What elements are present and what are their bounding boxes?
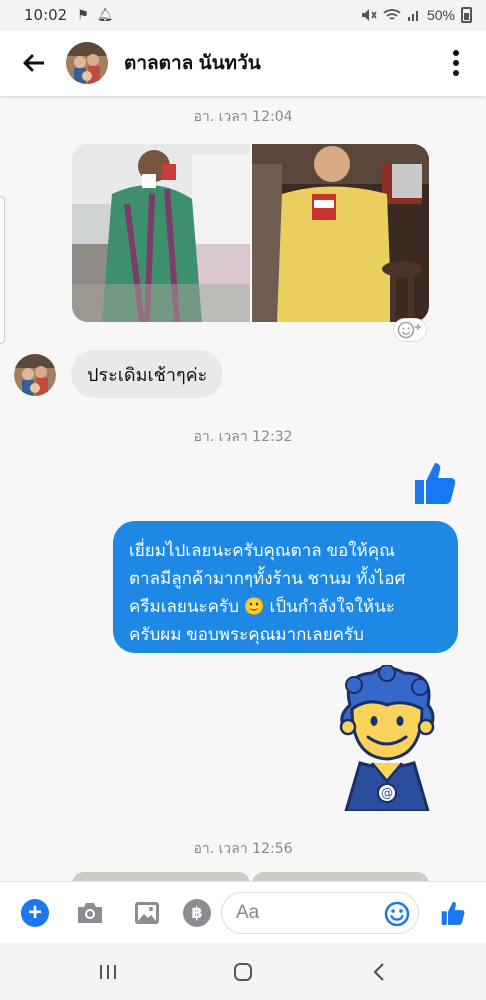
wifi-icon [383, 9, 401, 20]
edge-panel-handle[interactable] [0, 196, 5, 344]
more-options-button[interactable] [426, 30, 486, 96]
incoming-message[interactable]: ประเดิมเช้าๆค่ะ [71, 350, 224, 398]
outgoing-message-line: ครับผม ขอบพระคุณมากเลยครับ [129, 625, 364, 644]
battery-percent: 50% [426, 7, 455, 23]
notification-bell-icon: 🔔︎ [96, 7, 114, 22]
more-vertical-icon [453, 50, 459, 76]
conversation-header: ตาลตาล นันทวัน [0, 30, 486, 96]
photo-attachment-group[interactable] [72, 872, 429, 881]
photo-attachment[interactable] [72, 872, 250, 881]
plus-icon: + [27, 899, 42, 926]
recent-apps-button[interactable] [93, 957, 123, 987]
system-navigation-bar [0, 943, 486, 1000]
smiley-icon [384, 901, 410, 927]
message-input[interactable] [236, 902, 376, 924]
photo-attachment[interactable] [251, 144, 429, 322]
photo-attachment[interactable] [72, 144, 250, 322]
back-button[interactable] [0, 30, 66, 96]
baht-icon: ฿ [191, 905, 203, 922]
message-input-container[interactable] [221, 892, 419, 934]
outgoing-message-line: ตาลมีลูกค้ามากๆทั้งร้าน ชานม ทั้งไอศ [129, 569, 406, 588]
payment-button[interactable]: ฿ [183, 899, 211, 927]
send-like-button[interactable] [439, 899, 467, 927]
mute-icon [361, 9, 377, 21]
signal-icon [407, 11, 418, 21]
image-icon [135, 902, 159, 924]
message-timestamp: อา. เวลา 12:56 [193, 841, 293, 857]
recents-icon [100, 965, 116, 979]
message-timestamp: อา. เวลา 12:32 [193, 429, 293, 445]
thumbs-up-icon [441, 901, 465, 925]
home-icon [234, 963, 252, 981]
chat-thread[interactable]: อา. เวลา 12:04 ประเดิมเช้าๆค่ะ อา. เวลา … [0, 96, 486, 881]
camera-button[interactable] [76, 899, 104, 927]
outgoing-message[interactable]: เยี่ยมไปเลยนะครับคุณตาล ขอให้คุณ ตาลมีลู… [113, 521, 458, 653]
photo-attachment-group[interactable] [72, 144, 429, 322]
photo-attachment[interactable] [251, 872, 429, 881]
contact-avatar[interactable] [66, 42, 108, 84]
battery-icon [461, 7, 472, 23]
outgoing-message-line: เยี่ยมไปเลยนะครับคุณตาล ขอให้คุณ [129, 541, 395, 560]
home-button[interactable] [228, 957, 258, 987]
notification-flag-icon: ⚑ [77, 7, 89, 22]
system-back-button[interactable] [364, 957, 394, 987]
status-bar: 10:02 ⚑ 🔔︎ 50% [0, 0, 486, 30]
message-composer: + ฿ [0, 881, 486, 943]
sender-avatar[interactable] [14, 354, 56, 396]
more-actions-button[interactable]: + [21, 899, 49, 927]
character-sticker[interactable]: @ [332, 664, 442, 813]
gallery-button[interactable] [133, 899, 161, 927]
thumbs-up-icon [415, 463, 456, 504]
outgoing-message-line: ครีมเลยนะครับ 🙂 เป็นกำลังใจให้นะ [129, 597, 395, 616]
contact-name[interactable]: ตาลตาล นันทวัน [124, 48, 261, 78]
camera-icon [78, 903, 102, 923]
thumbs-up-sticker[interactable] [412, 460, 458, 506]
arrow-left-icon [23, 54, 44, 72]
chevron-left-icon [373, 963, 384, 981]
status-time: 10:02 [24, 6, 68, 24]
svg-text:@: @ [381, 786, 393, 800]
emoji-button[interactable] [384, 901, 410, 927]
message-timestamp: อา. เวลา 12:04 [193, 109, 293, 125]
smiley-plus-icon [397, 321, 421, 339]
add-reaction-button[interactable] [393, 318, 427, 342]
